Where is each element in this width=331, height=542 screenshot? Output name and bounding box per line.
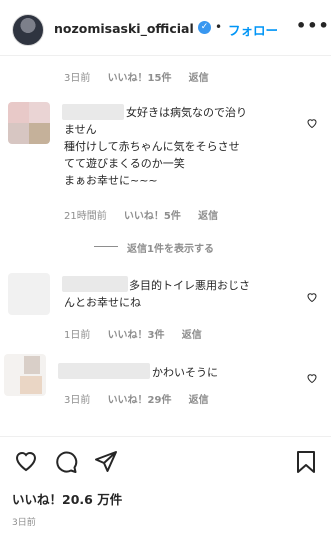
post-date: 3日前 bbox=[12, 518, 36, 528]
comment-text-line: んとお幸せにね bbox=[64, 296, 141, 309]
like-comment-icon[interactable] bbox=[306, 117, 318, 129]
heart-icon[interactable] bbox=[14, 450, 38, 472]
comment-text-line: かわいそうに bbox=[152, 366, 218, 379]
commenter-username-blurred[interactable] bbox=[58, 363, 150, 379]
comment-time: 21時間前 bbox=[64, 211, 107, 222]
comment-time: 3日前 bbox=[64, 73, 91, 84]
profile-avatar[interactable] bbox=[12, 14, 44, 46]
comment-likes[interactable]: いいね！3件 bbox=[108, 330, 165, 341]
commenter-avatar[interactable] bbox=[8, 273, 50, 315]
reply-button[interactable]: 返信 bbox=[182, 330, 202, 341]
comment-icon[interactable] bbox=[54, 450, 78, 474]
commenter-avatar[interactable] bbox=[8, 102, 50, 144]
comment-meta: 3日前 いいね！15件 返信 bbox=[64, 69, 223, 84]
commenter-username-blurred[interactable] bbox=[62, 276, 128, 292]
post-likes-count[interactable]: いいね！20.6 万件 bbox=[12, 489, 122, 508]
view-replies-link[interactable]: 返信1件を表示する bbox=[127, 240, 214, 255]
reply-button[interactable]: 返信 bbox=[198, 211, 218, 222]
like-comment-icon[interactable] bbox=[306, 291, 318, 303]
comment-text-line: 種付けして赤ちゃんに気をそらさせ bbox=[64, 140, 240, 153]
comment-likes[interactable]: いいね！5件 bbox=[124, 211, 181, 222]
like-comment-icon[interactable] bbox=[306, 372, 318, 384]
verified-badge-icon: ✓ bbox=[198, 21, 211, 34]
follow-button[interactable]: フォロー bbox=[228, 20, 278, 39]
more-options-button[interactable]: ••• bbox=[296, 16, 330, 35]
bookmark-icon[interactable] bbox=[296, 450, 316, 474]
comment-text-line: 多目的トイレ悪用おじさ bbox=[129, 279, 250, 292]
action-bar-divider bbox=[0, 436, 331, 437]
comment-likes[interactable]: いいね！15件 bbox=[108, 73, 172, 84]
profile-username[interactable]: nozomisaski_official bbox=[54, 21, 194, 36]
reply-button[interactable]: 返信 bbox=[189, 395, 209, 406]
comment-text-line: まぁお幸せに~~~ bbox=[64, 174, 158, 187]
commenter-username-blurred[interactable] bbox=[62, 104, 124, 120]
post-header: nozomisaski_official ✓ • フォロー ••• bbox=[0, 0, 331, 56]
comment-text-line: ません bbox=[64, 123, 97, 136]
commenter-avatar[interactable] bbox=[4, 354, 46, 396]
replies-divider bbox=[94, 246, 118, 247]
comment-time: 3日前 bbox=[64, 395, 91, 406]
comment-likes[interactable]: いいね！29件 bbox=[108, 395, 172, 406]
comment-text-line: てて遊びまくるのか一笑 bbox=[64, 157, 185, 170]
comment-meta: 3日前 いいね！29件 返信 bbox=[64, 391, 223, 406]
share-icon[interactable] bbox=[94, 450, 118, 474]
comment-text-line: 女好きは病気なので治り bbox=[126, 106, 247, 119]
reply-button[interactable]: 返信 bbox=[189, 73, 209, 84]
comment-meta: 1日前 いいね！3件 返信 bbox=[64, 326, 216, 341]
comment-meta: 21時間前 いいね！5件 返信 bbox=[64, 207, 232, 222]
separator-dot: • bbox=[215, 20, 223, 34]
comment-time: 1日前 bbox=[64, 330, 91, 341]
